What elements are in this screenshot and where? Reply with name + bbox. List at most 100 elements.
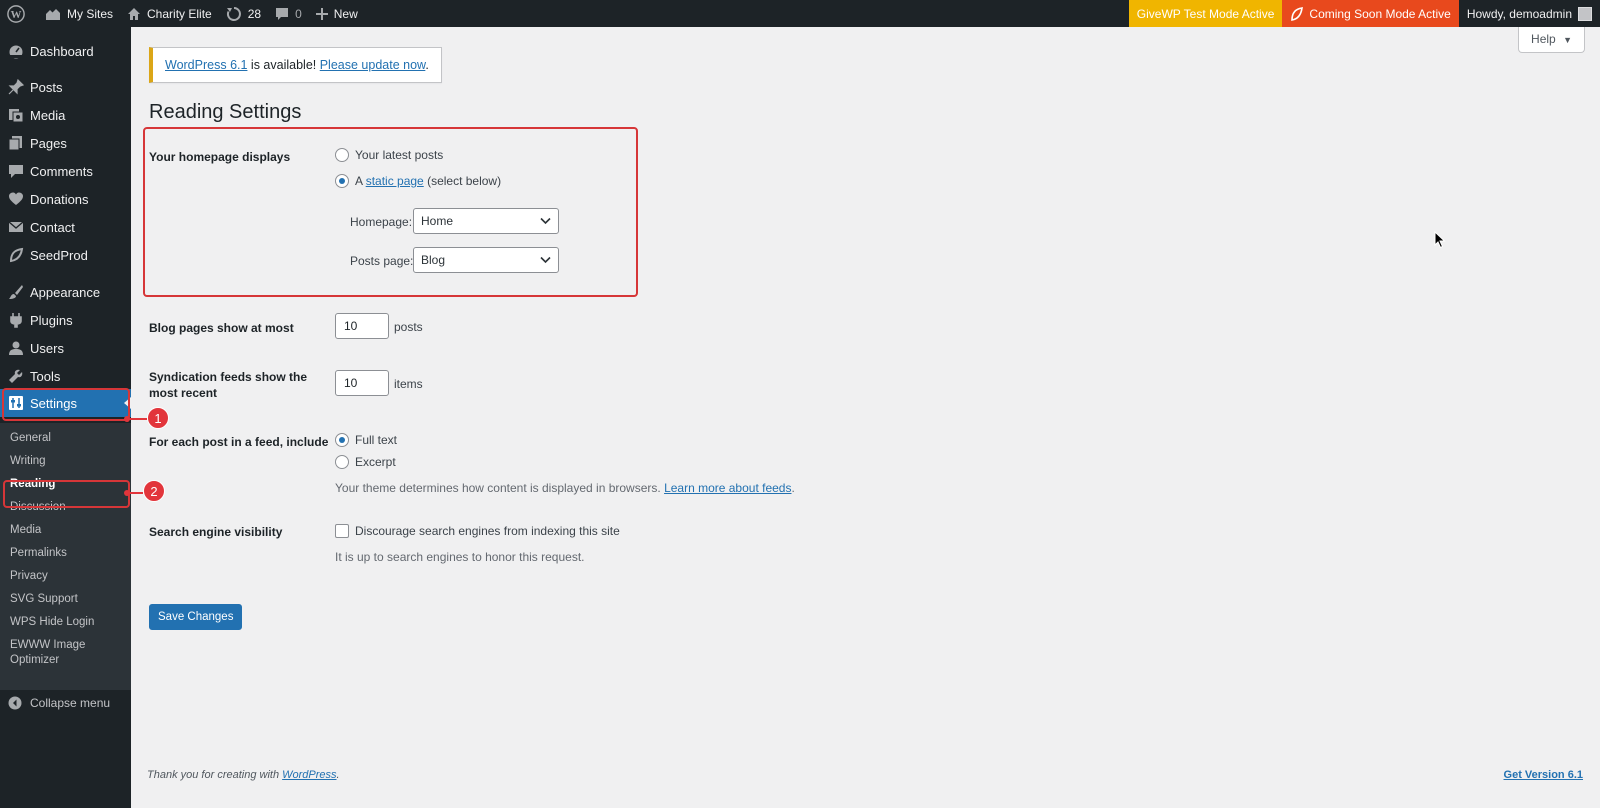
avatar bbox=[1578, 6, 1592, 21]
option-static-page[interactable]: A static page (select below) bbox=[335, 174, 501, 188]
menu-label: Donations bbox=[30, 191, 89, 207]
menu-pages[interactable]: Pages bbox=[0, 129, 131, 157]
submenu-permalinks[interactable]: Permalinks bbox=[10, 547, 67, 559]
help-label: Help bbox=[1531, 32, 1556, 46]
homepage-select-label: Homepage: bbox=[350, 215, 413, 229]
submenu-privacy[interactable]: Privacy bbox=[10, 570, 48, 582]
wordpress-version-link[interactable]: WordPress 6.1 bbox=[165, 58, 247, 72]
collapse-menu-button[interactable]: Collapse menu bbox=[0, 689, 110, 717]
excerpt-label: Excerpt bbox=[355, 455, 396, 469]
menu-seedprod[interactable]: SeedProd bbox=[0, 241, 131, 269]
syndication-label: Syndication feeds show the most recent bbox=[149, 369, 309, 401]
excerpt-radio[interactable] bbox=[335, 455, 349, 469]
full-text-label: Full text bbox=[355, 433, 398, 447]
full-text-radio[interactable] bbox=[335, 433, 349, 447]
menu-dashboard[interactable]: Dashboard bbox=[0, 37, 131, 65]
static-suffix: (select below) bbox=[423, 174, 502, 188]
posts-page-select-label: Posts page: bbox=[350, 254, 414, 268]
updates-icon bbox=[226, 6, 241, 21]
homepage-select[interactable]: Home bbox=[413, 208, 559, 234]
page-title: Reading Settings bbox=[149, 101, 302, 123]
user-account-menu[interactable]: Howdy, demoadmin bbox=[1459, 0, 1600, 27]
updates-count: 28 bbox=[247, 6, 262, 21]
submenu-svg-support[interactable]: SVG Support bbox=[10, 593, 78, 605]
main-content: Help ▼ WordPress 6.1 is available! Pleas… bbox=[131, 27, 1600, 808]
posts-page-select[interactable]: Blog bbox=[413, 247, 559, 273]
comment-icon bbox=[8, 163, 24, 179]
submenu-ewww-optimizer[interactable]: Optimizer bbox=[10, 654, 59, 666]
static-page-radio[interactable] bbox=[335, 174, 349, 188]
howdy-label: Howdy, demoadmin bbox=[1466, 6, 1572, 21]
update-now-link[interactable]: Please update now bbox=[320, 58, 426, 72]
new-content-link[interactable]: New bbox=[309, 0, 365, 27]
menu-comments[interactable]: Comments bbox=[0, 157, 131, 185]
option-latest-posts[interactable]: Your latest posts bbox=[335, 148, 443, 162]
submenu-general[interactable]: General bbox=[10, 432, 51, 444]
menu-media[interactable]: Media bbox=[0, 101, 131, 129]
learn-more-feeds-link[interactable]: Learn more about feeds bbox=[664, 481, 791, 495]
feed-items-input[interactable]: 10 bbox=[335, 370, 389, 396]
search-visibility-description: It is up to search engines to honor this… bbox=[335, 550, 585, 564]
discourage-search-option[interactable]: Discourage search engines from indexing … bbox=[335, 524, 620, 538]
menu-posts[interactable]: Posts bbox=[0, 73, 131, 101]
dashboard-icon bbox=[8, 43, 24, 59]
menu-label: Tools bbox=[30, 368, 61, 384]
heart-icon bbox=[8, 191, 24, 207]
updates-link[interactable]: 28 bbox=[219, 0, 268, 27]
menu-label: Dashboard bbox=[30, 43, 94, 59]
menu-tools[interactable]: Tools bbox=[0, 362, 131, 390]
footer-thanks-end: . bbox=[336, 769, 340, 781]
notice-end: . bbox=[425, 58, 429, 72]
homepage-displays-label: Your homepage displays bbox=[149, 150, 291, 164]
comments-count: 0 bbox=[295, 6, 302, 21]
discourage-search-label: Discourage search engines from indexing … bbox=[355, 524, 620, 538]
search-visibility-label: Search engine visibility bbox=[149, 525, 283, 539]
media-icon bbox=[8, 107, 24, 123]
comments-link[interactable]: 0 bbox=[268, 0, 309, 27]
caret-down-icon: ▼ bbox=[1563, 35, 1572, 45]
submenu-media[interactable]: Media bbox=[10, 524, 41, 536]
new-label: New bbox=[333, 6, 358, 21]
menu-appearance[interactable]: Appearance bbox=[0, 278, 131, 306]
submenu-ewww-image[interactable]: EWWW Image bbox=[10, 639, 85, 651]
mouse-cursor-icon bbox=[1434, 231, 1446, 249]
settings-submenu: General Writing Reading Discussion Media… bbox=[0, 423, 131, 690]
footer-thanks: Thank you for creating with WordPress. bbox=[147, 769, 340, 781]
save-changes-button[interactable]: Save Changes bbox=[149, 604, 243, 630]
posts-per-page-input[interactable]: 10 bbox=[335, 313, 389, 339]
givewp-test-mode-notice[interactable]: GiveWP Test Mode Active bbox=[1128, 0, 1283, 27]
blog-pages-label: Blog pages show at most bbox=[149, 321, 294, 335]
my-sites-label: My Sites bbox=[67, 6, 114, 21]
menu-users[interactable]: Users bbox=[0, 334, 131, 362]
notice-text: is available! bbox=[247, 58, 320, 72]
get-version-link[interactable]: Get Version 6.1 bbox=[1504, 769, 1583, 781]
menu-label: Posts bbox=[30, 79, 63, 95]
my-sites-link[interactable]: My Sites bbox=[38, 0, 120, 27]
wordpress-logo[interactable]: W bbox=[0, 0, 38, 27]
site-name: Charity Elite bbox=[147, 6, 212, 21]
latest-posts-radio[interactable] bbox=[335, 148, 349, 162]
pin-icon bbox=[8, 79, 24, 95]
submenu-writing[interactable]: Writing bbox=[10, 455, 46, 467]
menu-contact[interactable]: Contact bbox=[0, 213, 131, 241]
reading-highlight-box bbox=[3, 480, 130, 508]
discourage-search-checkbox[interactable] bbox=[335, 524, 349, 538]
menu-plugins[interactable]: Plugins bbox=[0, 306, 131, 334]
option-excerpt[interactable]: Excerpt bbox=[335, 455, 396, 469]
wordpress-link[interactable]: WordPress bbox=[282, 769, 336, 781]
seedprod-leaf-icon bbox=[1291, 6, 1304, 21]
coming-soon-mode-notice[interactable]: Coming Soon Mode Active bbox=[1282, 0, 1459, 27]
static-page-link[interactable]: static page bbox=[366, 174, 424, 188]
chevron-down-icon bbox=[540, 217, 551, 225]
submenu-wps-hide-login[interactable]: WPS Hide Login bbox=[10, 616, 94, 628]
menu-label: Users bbox=[30, 340, 64, 356]
menu-label: Media bbox=[30, 107, 66, 123]
update-notice: WordPress 6.1 is available! Please updat… bbox=[149, 47, 442, 83]
option-full-text[interactable]: Full text bbox=[335, 433, 397, 447]
admin-bar: W My Sites Charity Elite 28 0 New GiveWP… bbox=[0, 0, 1600, 27]
site-name-link[interactable]: Charity Elite bbox=[120, 0, 219, 27]
help-tab-button[interactable]: Help ▼ bbox=[1518, 27, 1585, 53]
menu-donations[interactable]: Donations bbox=[0, 185, 131, 213]
settings-highlight-box bbox=[2, 388, 130, 421]
menu-label: Appearance bbox=[30, 284, 101, 300]
